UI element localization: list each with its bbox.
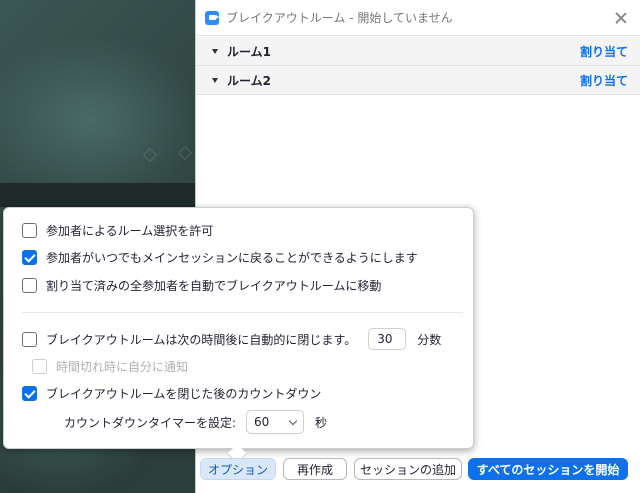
room-name: ルーム2	[227, 73, 271, 88]
minutes-unit: 分数	[417, 332, 442, 347]
auto-close-minutes-input[interactable]: 30	[368, 328, 407, 350]
seconds-unit: 秒	[315, 415, 328, 430]
recreate-button[interactable]: 再作成	[283, 458, 347, 480]
window-title: ブレイクアウトルーム - 開始していません	[226, 11, 453, 25]
expand-triangle-icon[interactable]	[212, 77, 218, 83]
option-label: 参加者によるルーム選択を許可	[46, 224, 214, 238]
room-row[interactable]: ルーム1 割り当て	[196, 37, 640, 66]
checkbox-icon[interactable]	[22, 331, 37, 347]
option-auto-move[interactable]: 割り当て済みの全参加者を自動でブレイクアウトルームに移動	[22, 277, 381, 294]
zoom-app-icon	[205, 10, 219, 25]
expand-triangle-icon[interactable]	[212, 48, 218, 54]
option-notify-on-timeout: 時間切れ時に自分に通知	[32, 358, 188, 375]
assign-link[interactable]: 割り当て	[580, 43, 628, 60]
assign-link[interactable]: 割り当て	[580, 72, 628, 89]
background-shadow	[0, 183, 195, 207]
option-countdown-timer: カウントダウンタイマーを設定: 60 秒	[64, 410, 327, 434]
room-row[interactable]: ルーム2 割り当て	[196, 66, 640, 95]
room-name: ルーム1	[227, 44, 271, 59]
select-value: 60	[254, 415, 270, 429]
title-bar: ブレイクアウトルーム - 開始していません	[196, 0, 640, 36]
checkbox-icon[interactable]	[22, 223, 37, 238]
options-popover: 参加者によるルーム選択を許可 参加者がいつでもメインセッションに戻ることができる…	[3, 207, 474, 449]
background-mark	[142, 147, 158, 163]
option-label: カウントダウンタイマーを設定:	[64, 415, 237, 430]
add-session-button[interactable]: セッションの追加	[354, 458, 462, 480]
option-countdown[interactable]: ブレイクアウトルームを閉じた後のカウントダウン	[22, 385, 321, 402]
option-label: 参加者がいつでもメインセッションに戻ることができるようにします	[46, 251, 418, 265]
option-label: 割り当て済みの全参加者を自動でブレイクアウトルームに移動	[46, 279, 382, 293]
checkbox-icon[interactable]	[22, 386, 37, 401]
options-button[interactable]: オプション	[200, 458, 276, 480]
option-allow-return-anytime[interactable]: 参加者がいつでもメインセッションに戻ることができるようにします	[22, 249, 418, 266]
divider	[22, 312, 463, 313]
background-mark	[177, 145, 193, 161]
option-allow-choose-room[interactable]: 参加者によるルーム選択を許可	[22, 222, 213, 239]
close-icon[interactable]	[614, 11, 628, 25]
chevron-down-icon	[288, 416, 298, 425]
option-label: ブレイクアウトルームを閉じた後のカウントダウン	[46, 387, 322, 401]
countdown-seconds-select[interactable]: 60	[246, 410, 305, 434]
start-all-sessions-button[interactable]: すべてのセッションを開始	[468, 458, 628, 480]
option-label: 時間切れ時に自分に通知	[56, 360, 189, 374]
option-auto-close[interactable]: ブレイクアウトルームは次の時間後に自動的に閉じます。 30 分数	[22, 328, 441, 350]
option-label: ブレイクアウトルームは次の時間後に自動的に閉じます。	[46, 332, 357, 347]
checkbox-icon[interactable]	[22, 250, 37, 265]
checkbox-icon[interactable]	[22, 278, 37, 293]
checkbox-icon	[32, 359, 47, 374]
